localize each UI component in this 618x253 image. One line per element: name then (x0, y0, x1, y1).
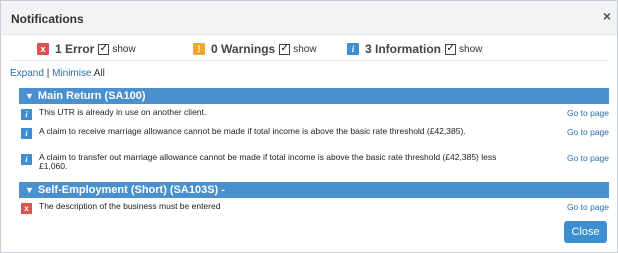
notifications-dialog: Notifications × x 1 Error ✓ show ! 0 War… (0, 0, 618, 253)
expand-link[interactable]: Expand (10, 68, 44, 79)
show-errors-checkbox[interactable]: ✓ (98, 43, 110, 55)
message-text: A claim to receive marriage allowance ca… (39, 126, 466, 136)
message-text: A claim to transfer out marriage allowan… (39, 152, 497, 171)
dialog-header: Notifications × (1, 1, 617, 35)
go-to-page-link[interactable]: Go to page (567, 202, 609, 212)
information-count-label: 3 Information (365, 42, 442, 56)
info-icon: i (347, 43, 359, 55)
error-icon: x (21, 203, 32, 214)
show-warnings-label: show (293, 43, 317, 55)
message-row: i This UTR is already in use on another … (19, 107, 609, 121)
minimise-link[interactable]: Minimise (52, 68, 91, 79)
info-icon: i (21, 128, 32, 139)
dialog-title: Notifications (11, 12, 84, 26)
section-header-self-employment[interactable]: ▼ Self-Employment (Short) (SA103S) - (19, 182, 609, 198)
warning-icon: ! (193, 43, 205, 55)
message-row: i A claim to receive marriage allowance … (19, 126, 609, 148)
all-label: All (93, 68, 105, 79)
message-row: x The description of the business must b… (19, 201, 609, 215)
summary-errors: x 1 Error ✓ show (37, 41, 136, 57)
summary-warnings: ! 0 Warnings ✓ show (193, 41, 317, 57)
section-title: Main Return (SA100) (37, 90, 146, 102)
section-header-main-return[interactable]: ▼ Main Return (SA100) (19, 88, 609, 104)
close-button[interactable]: Close (564, 221, 607, 243)
separator: | (46, 68, 50, 79)
show-warnings-checkbox[interactable]: ✓ (279, 43, 291, 55)
message-row: i A claim to transfer out marriage allow… (19, 152, 609, 174)
message-text: The description of the business must be … (39, 201, 221, 211)
go-to-page-link[interactable]: Go to page (567, 108, 609, 118)
info-icon: i (21, 109, 32, 120)
go-to-page-link[interactable]: Go to page (567, 153, 609, 163)
chevron-down-icon: ▼ (25, 91, 34, 101)
close-icon[interactable]: × (603, 9, 611, 23)
expand-minimise-controls: Expand | Minimise All (10, 68, 105, 79)
notification-summary: x 1 Error ✓ show ! 0 Warnings ✓ show i 3… (37, 41, 597, 57)
chevron-down-icon: ▼ (25, 185, 34, 195)
show-information-checkbox[interactable]: ✓ (445, 43, 457, 55)
show-errors-label: show (112, 43, 136, 55)
errors-count-label: 1 Error (55, 42, 95, 56)
info-icon: i (21, 154, 32, 165)
show-information-label: show (459, 43, 483, 55)
error-icon: x (37, 43, 49, 55)
section-title: Self-Employment (Short) (SA103S) - (37, 184, 225, 196)
warnings-count-label: 0 Warnings (211, 42, 276, 56)
divider (11, 60, 607, 61)
message-text: This UTR is already in use on another cl… (39, 107, 207, 117)
go-to-page-link[interactable]: Go to page (567, 127, 609, 137)
summary-information: i 3 Information ✓ show (347, 41, 482, 57)
